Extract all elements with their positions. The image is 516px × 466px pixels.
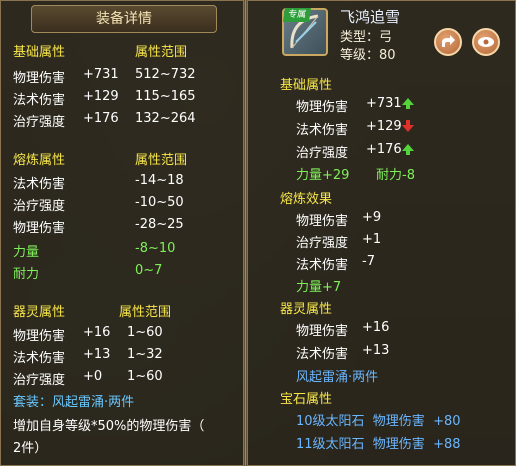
base-range-header: 属性范围 xyxy=(135,45,188,60)
base-attr-range: 115~165 xyxy=(135,89,196,104)
r-base-name: 治疗强度 xyxy=(296,146,349,161)
exclusive-tag: 专属 xyxy=(283,8,311,22)
r-base-value: +176 xyxy=(366,142,402,157)
r-refine-name: 物理伤害 xyxy=(296,214,349,229)
view-button[interactable] xyxy=(472,28,500,56)
spirit-attr-range: 1~60 xyxy=(127,369,163,384)
increase-arrow-icon xyxy=(402,144,414,155)
r-spirit-header: 器灵属性 xyxy=(280,302,333,317)
r-spirit-name: 物理伤害 xyxy=(296,324,349,339)
base-attr-value: +176 xyxy=(83,111,119,126)
refine-attr-range: -10~50 xyxy=(135,195,184,210)
equipment-detail-panel: 装备详情 基础属性 属性范围 物理伤害 +731 512~732 法术伤害 +1… xyxy=(0,0,244,466)
spirit-attr-range: 1~60 xyxy=(127,325,163,340)
r-refine-name: 治疗强度 xyxy=(296,236,349,251)
set-bonus-label: 套装：风起雷涌·两件 xyxy=(13,395,135,410)
r-base-extra: 耐力-8 xyxy=(376,168,415,183)
base-attr-range: 512~732 xyxy=(135,67,196,82)
r-refine-name: 法术伤害 xyxy=(296,258,349,273)
r-gem-row: 11级太阳石 物理伤害 +88 xyxy=(296,437,461,452)
set-bonus-effect-cont: 2件） xyxy=(13,441,48,456)
r-refine-extra: 力量+7 xyxy=(296,280,342,295)
increase-arrow-icon xyxy=(402,98,414,109)
item-type: 类型：弓 xyxy=(340,30,393,45)
eye-icon xyxy=(478,37,494,47)
r-base-header: 基础属性 xyxy=(280,78,333,93)
share-button[interactable] xyxy=(434,28,462,56)
refine-attr-range: -14~18 xyxy=(135,173,184,188)
spirit-attr-name: 治疗强度 xyxy=(13,373,66,388)
r-refine-value: +1 xyxy=(362,232,382,247)
r-spirit-name: 法术伤害 xyxy=(296,347,349,362)
refine-attr-range: -28~25 xyxy=(135,217,184,232)
r-gem-row: 10级太阳石 物理伤害 +80 xyxy=(296,414,461,429)
refine-attr-range: 0~7 xyxy=(135,263,163,278)
base-attr-header: 基础属性 xyxy=(13,45,66,60)
r-spirit-value: +16 xyxy=(362,320,390,335)
spirit-attr-header: 器灵属性 xyxy=(13,305,66,320)
spirit-attr-range: 1~32 xyxy=(127,347,163,362)
r-spirit-set: 风起雷涌·两件 xyxy=(296,370,379,385)
r-refine-header: 熔炼效果 xyxy=(280,192,333,207)
spirit-attr-value: +16 xyxy=(83,325,111,340)
r-base-name: 物理伤害 xyxy=(296,100,349,115)
spirit-attr-value: +0 xyxy=(83,369,103,384)
set-bonus-effect: 增加自身等级*50%的物理伤害（ xyxy=(13,419,205,434)
base-attr-value: +129 xyxy=(83,89,119,104)
r-base-name: 法术伤害 xyxy=(296,123,349,138)
decrease-arrow-icon xyxy=(402,120,414,132)
spirit-attr-name: 法术伤害 xyxy=(13,351,66,366)
refine-attr-range: -8~10 xyxy=(135,241,176,256)
refine-attr-name: 耐力 xyxy=(13,267,40,282)
refine-attr-name: 物理伤害 xyxy=(13,221,66,236)
item-level: 等级：80 xyxy=(340,48,396,63)
r-spirit-value: +13 xyxy=(362,343,390,358)
r-base-value: +129 xyxy=(366,119,402,134)
item-name: 飞鸿追雪 xyxy=(340,8,401,26)
r-gem-header: 宝石属性 xyxy=(280,392,333,407)
r-refine-value: -7 xyxy=(362,254,375,269)
r-refine-value: +9 xyxy=(362,210,382,225)
spirit-attr-name: 物理伤害 xyxy=(13,329,66,344)
refine-range-header: 属性范围 xyxy=(135,153,188,168)
spirit-range-header: 属性范围 xyxy=(119,305,172,320)
share-icon xyxy=(442,35,455,47)
refine-attr-name: 法术伤害 xyxy=(13,177,66,192)
base-attr-name: 法术伤害 xyxy=(13,93,66,108)
refine-attr-name: 力量 xyxy=(13,245,40,260)
r-base-extra: 力量+29 xyxy=(296,168,350,183)
r-base-value: +731 xyxy=(366,96,402,111)
spirit-attr-value: +13 xyxy=(83,347,111,362)
refine-attr-name: 治疗强度 xyxy=(13,199,66,214)
base-attr-value: +731 xyxy=(83,67,119,82)
refine-attr-header: 熔炼属性 xyxy=(13,153,66,168)
base-attr-name: 物理伤害 xyxy=(13,71,66,86)
base-attr-name: 治疗强度 xyxy=(13,115,66,130)
panel-title: 装备详情 xyxy=(31,5,217,33)
base-attr-range: 132~264 xyxy=(135,111,196,126)
